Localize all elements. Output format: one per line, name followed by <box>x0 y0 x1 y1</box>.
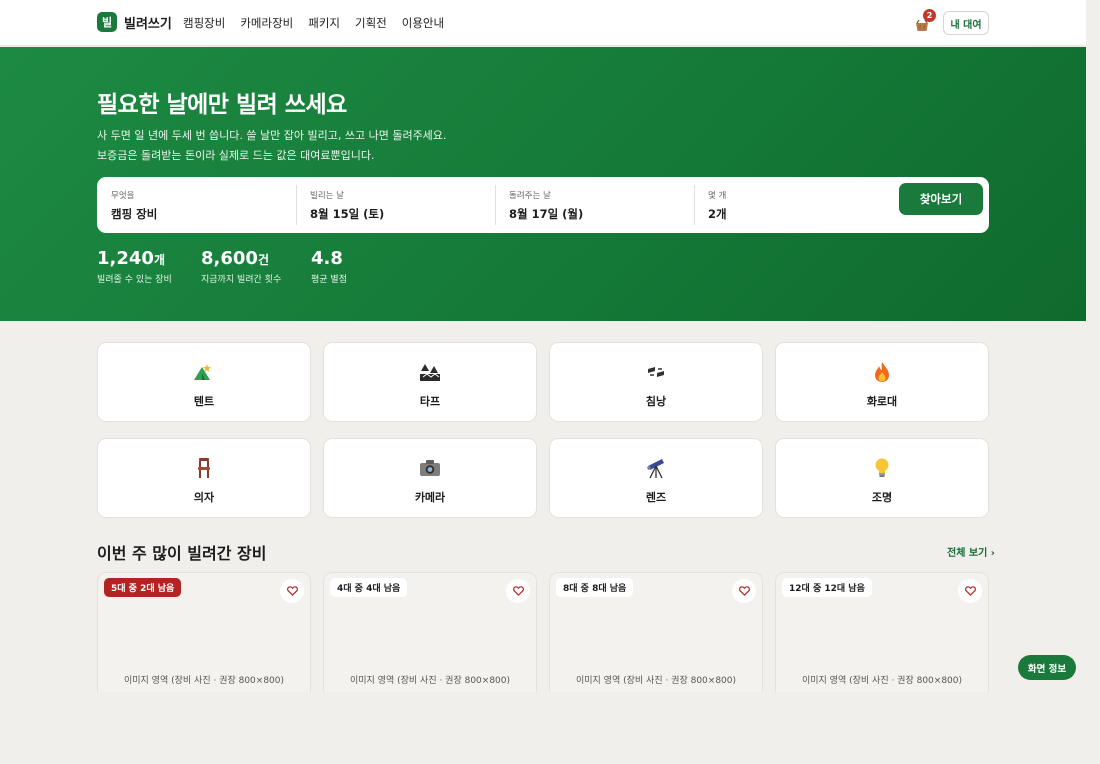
tent-icon <box>194 364 211 380</box>
category-label: 카메라 <box>414 491 446 504</box>
hero-subtitle-line-1: 사 두면 일 년에 두세 번 씁니다. 쓸 날만 잡아 빌리고, 쓰고 나면 돌… <box>97 129 447 142</box>
category-label: 타프 <box>419 395 441 408</box>
image-placeholder: 이미지 영역 (장비 사진 · 권장 800×800) <box>349 676 511 686</box>
category-tarp[interactable]: 타프 <box>323 342 537 422</box>
search-field-value: 캠핑 장비 <box>111 207 158 221</box>
product-card[interactable]: 12대 중 12대 남음 이미지 영역 (장비 사진 · 권장 800×800) <box>775 572 989 692</box>
product-card[interactable]: 5대 중 2대 남음 이미지 영역 (장비 사진 · 권장 800×800) <box>97 572 311 692</box>
stat-rating: 4.8 평균 별점 <box>311 248 347 285</box>
logo[interactable]: 빌 빌려쓰기 <box>97 12 172 32</box>
search-field-label: 돌려주는 날 <box>509 191 551 201</box>
cart-count-badge: 2 <box>923 9 936 22</box>
logo-text: 빌려쓰기 <box>124 16 172 32</box>
stock-badge: 5대 중 2대 남음 <box>104 578 182 597</box>
product-card[interactable]: 8대 중 8대 남음 이미지 영역 (장비 사진 · 권장 800×800) <box>549 572 763 692</box>
heart-icon <box>286 586 298 596</box>
my-rental-button[interactable]: 내 대여 <box>943 11 989 35</box>
logo-mark: 빌 <box>97 12 117 32</box>
wishlist-button[interactable] <box>958 579 982 603</box>
view-all-link[interactable]: 전체 보기 › <box>947 544 995 559</box>
nav-item-camera[interactable]: 카메라장비 <box>240 15 293 31</box>
nav-item-exhibition[interactable]: 기획전 <box>355 15 387 31</box>
category-label: 텐트 <box>193 395 215 408</box>
category-lighting[interactable]: 조명 <box>775 438 989 518</box>
stock-badge: 8대 중 8대 남음 <box>556 578 634 597</box>
category-chair[interactable]: 의자 <box>97 438 311 518</box>
heart-icon <box>738 586 750 596</box>
search-field-what[interactable]: 무엇을 캠핑 장비 <box>97 177 296 233</box>
stat-items: 1,240개 빌려줄 수 있는 장비 <box>97 248 172 285</box>
hero-subtitle: 사 두면 일 년에 두세 번 씁니다. 쓸 날만 잡아 빌리고, 쓰고 나면 돌… <box>97 126 446 166</box>
search-field-quantity[interactable]: 몇 개 2개 <box>694 177 884 233</box>
light-bulb-icon <box>875 458 889 477</box>
search-field-value: 8월 15일 (토) <box>310 207 385 221</box>
category-fire-pit[interactable]: 화로대 <box>775 342 989 422</box>
category-sleeping-bag[interactable]: 침낭 <box>549 342 763 422</box>
camera-icon <box>420 460 440 476</box>
category-lens[interactable]: 렌즈 <box>549 438 763 518</box>
category-label: 침낭 <box>645 395 667 408</box>
search-button[interactable]: 찾아보기 <box>899 183 983 215</box>
stat-number: 1,240 <box>97 248 154 269</box>
product-card[interactable]: 4대 중 4대 남음 이미지 영역 (장비 사진 · 권장 800×800) <box>323 572 537 692</box>
top-header: 빌 빌려쓰기 캠핑장비 카메라장비 패키지 기획전 이용안내 2 내 대여 <box>0 0 1086 46</box>
wishlist-button[interactable] <box>280 579 304 603</box>
category-label: 렌즈 <box>645 491 667 504</box>
fire-icon <box>875 362 889 382</box>
tarp-icon <box>420 364 440 381</box>
image-placeholder: 이미지 영역 (장비 사진 · 권장 800×800) <box>801 676 963 686</box>
sleeping-bag-icon <box>648 367 664 377</box>
search-field-end-date[interactable]: 돌려주는 날 8월 17일 (월) <box>495 177 694 233</box>
category-label: 의자 <box>193 491 215 504</box>
chair-icon <box>198 458 210 478</box>
category-tent[interactable]: 텐트 <box>97 342 311 422</box>
heart-icon <box>512 586 524 596</box>
hero-title: 필요한 날에만 빌려 쓰세요 <box>97 92 347 118</box>
category-label: 화로대 <box>866 395 898 408</box>
wishlist-button[interactable] <box>732 579 756 603</box>
category-label: 조명 <box>871 491 893 504</box>
nav-item-guide[interactable]: 이용안내 <box>402 15 444 31</box>
screen-info-button[interactable]: 화면 정보 <box>1018 655 1076 680</box>
image-placeholder: 이미지 영역 (장비 사진 · 권장 800×800) <box>575 676 737 686</box>
search-field-label: 몇 개 <box>708 191 727 201</box>
stat-rentals: 8,600건 지금까지 빌려간 횟수 <box>201 248 281 285</box>
heart-icon <box>964 586 976 596</box>
stat-number: 8,600 <box>201 248 258 269</box>
cart-button[interactable]: 2 <box>914 9 936 34</box>
hero-banner: 필요한 날에만 빌려 쓰세요 사 두면 일 년에 두세 번 씁니다. 쓸 날만 … <box>0 47 1086 321</box>
telescope-icon <box>647 459 664 479</box>
nav-item-camping[interactable]: 캠핑장비 <box>183 15 225 31</box>
stat-unit: 건 <box>257 253 269 267</box>
stat-caption: 평균 별점 <box>311 275 347 285</box>
search-field-value: 2개 <box>708 207 727 221</box>
search-field-label: 빌리는 날 <box>310 191 344 201</box>
category-camera[interactable]: 카메라 <box>323 438 537 518</box>
main-nav: 캠핑장비 카메라장비 패키지 기획전 이용안내 <box>183 15 444 31</box>
stat-number: 4.8 <box>311 248 343 269</box>
stock-badge: 4대 중 4대 남음 <box>330 578 408 597</box>
scrollbar[interactable] <box>1086 0 1100 764</box>
search-field-label: 무엇을 <box>111 191 135 201</box>
search-field-value: 8월 17일 (월) <box>509 207 584 221</box>
image-placeholder: 이미지 영역 (장비 사진 · 권장 800×800) <box>123 676 285 686</box>
stat-caption: 지금까지 빌려간 횟수 <box>201 275 282 285</box>
search-bar: 무엇을 캠핑 장비 빌리는 날 8월 15일 (토) 돌려주는 날 8월 17일… <box>97 177 989 233</box>
stat-caption: 빌려줄 수 있는 장비 <box>97 275 172 285</box>
nav-item-package[interactable]: 패키지 <box>308 15 340 31</box>
stat-unit: 개 <box>153 253 165 267</box>
hero-subtitle-line-2: 보증금은 돌려받는 돈이라 실제로 드는 값은 대여료뿐입니다. <box>97 149 375 162</box>
stock-badge: 12대 중 12대 남음 <box>782 578 872 597</box>
search-field-start-date[interactable]: 빌리는 날 8월 15일 (토) <box>296 177 495 233</box>
wishlist-button[interactable] <box>506 579 530 603</box>
section-title: 이번 주 많이 빌려간 장비 <box>97 544 267 563</box>
